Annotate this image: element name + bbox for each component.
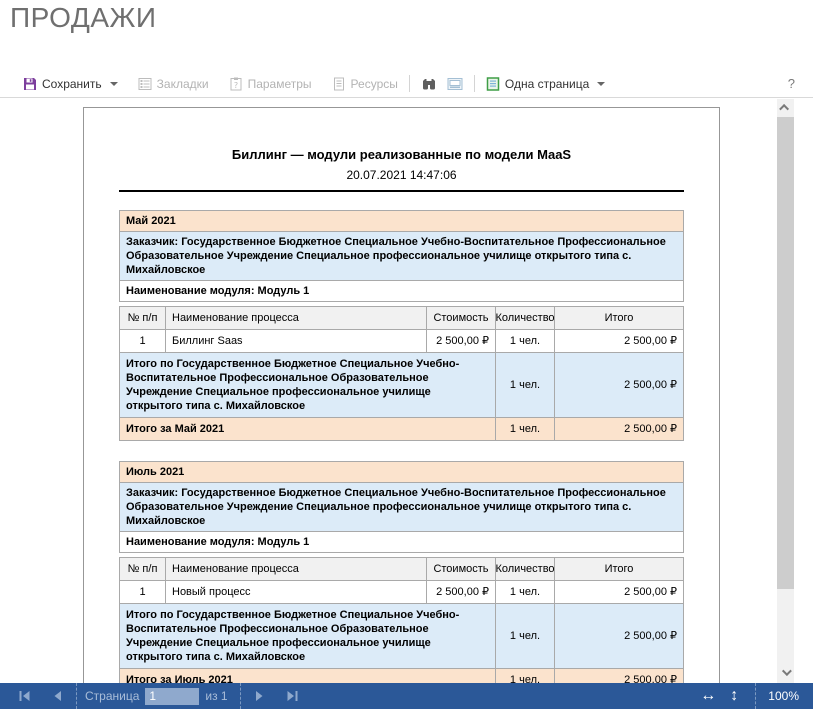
- statusbar-separator: [240, 683, 241, 709]
- total-by-customer-total: 2 500,00 ₽: [555, 353, 684, 418]
- chevron-down-icon[interactable]: [597, 82, 605, 86]
- row-qty-cell: 1 чел.: [496, 581, 555, 604]
- one-page-button-label: Одна страница: [505, 77, 589, 91]
- table-header-process: Наименование процесса: [166, 307, 427, 330]
- total-by-customer-total: 2 500,00 ₽: [555, 604, 684, 669]
- process-table: № п/п Наименование процесса Стоимость Ко…: [119, 557, 684, 683]
- report-datetime: 20.07.2021 14:47:06: [84, 168, 719, 182]
- help-button[interactable]: ?: [788, 76, 801, 91]
- report-title: Биллинг — модули реализованные по модели…: [84, 147, 719, 162]
- period-header: Июль 2021: [119, 462, 684, 483]
- row-total-cell: 2 500,00 ₽: [555, 581, 684, 604]
- preview-button[interactable]: [442, 73, 468, 95]
- last-page-icon: [286, 691, 298, 701]
- page-title: ПРОДАЖИ: [10, 2, 156, 34]
- fit-width-button[interactable]: ↔: [695, 683, 721, 709]
- table-header-qty: Количество: [496, 558, 555, 581]
- module-row: Наименование модуля: Модуль 1: [119, 281, 684, 302]
- one-page-button[interactable]: Одна страница: [481, 73, 610, 95]
- process-table: № п/п Наименование процесса Стоимость Ко…: [119, 306, 684, 441]
- row-total-cell: 2 500,00 ₽: [555, 330, 684, 353]
- binoculars-icon: [421, 77, 437, 91]
- save-icon: [23, 77, 37, 91]
- zoom-level[interactable]: 100%: [764, 689, 803, 703]
- parameters-button-label: Параметры: [248, 77, 312, 91]
- table-header-cost: Стоимость: [427, 307, 496, 330]
- chevron-down-icon: [782, 666, 792, 676]
- row-cost-cell: 2 500,00 ₽: [427, 330, 496, 353]
- parameters-button[interactable]: ? Параметры: [224, 73, 317, 95]
- first-page-icon: [19, 691, 31, 701]
- table-header-cost: Стоимость: [427, 558, 496, 581]
- row-num-cell: 1: [120, 581, 166, 604]
- prev-page-button[interactable]: [46, 685, 68, 707]
- resources-button-label: Ресурсы: [351, 77, 398, 91]
- bookmarks-button[interactable]: Закладки: [133, 73, 214, 95]
- total-period-label: Итого за Май 2021: [120, 418, 496, 441]
- statusbar-separator: [76, 683, 77, 709]
- table-header-num: № п/п: [120, 307, 166, 330]
- total-by-customer-label: Итого по Государственное Бюджетное Специ…: [120, 353, 496, 418]
- total-period-qty: 1 чел.: [496, 418, 555, 441]
- next-page-icon: [255, 691, 264, 701]
- resources-icon: [332, 77, 346, 91]
- report-section-july: Июль 2021 Заказчик: Государственное Бюдж…: [119, 461, 684, 683]
- row-process-cell: Биллинг Saas: [166, 330, 427, 353]
- svg-text:?: ?: [233, 81, 237, 90]
- total-period-total: 2 500,00 ₽: [555, 418, 684, 441]
- customer-row: Заказчик: Государственное Бюджетное Спец…: [119, 232, 684, 281]
- toolbar: Сохранить Закладки ? Параметры Ресурсы: [0, 70, 813, 98]
- last-page-button[interactable]: [281, 685, 303, 707]
- page-label: Страница: [85, 689, 139, 703]
- row-cost-cell: 2 500,00 ₽: [427, 581, 496, 604]
- bookmarks-button-label: Закладки: [157, 77, 209, 91]
- report-divider: [119, 190, 684, 192]
- row-num-cell: 1: [120, 330, 166, 353]
- fit-height-button[interactable]: ↕: [721, 683, 747, 709]
- customer-row: Заказчик: Государственное Бюджетное Спец…: [119, 483, 684, 532]
- scroll-down-button[interactable]: [777, 664, 794, 681]
- vertical-scrollbar[interactable]: [777, 99, 794, 683]
- table-header-process: Наименование процесса: [166, 558, 427, 581]
- table-header-total: Итого: [555, 558, 684, 581]
- scrollbar-thumb[interactable]: [777, 117, 794, 589]
- prev-page-icon: [53, 691, 62, 701]
- total-period-label: Итого за Июль 2021: [120, 669, 496, 683]
- preview-icon: [447, 77, 463, 91]
- report-viewport: Биллинг — модули реализованные по модели…: [0, 99, 813, 683]
- table-header-total: Итого: [555, 307, 684, 330]
- total-period-qty: 1 чел.: [496, 669, 555, 683]
- total-by-customer-qty: 1 чел.: [496, 604, 555, 669]
- statusbar: Страница из 1 ↔ ↕ 100%: [0, 683, 813, 709]
- statusbar-separator: [755, 683, 756, 709]
- toolbar-separator: [474, 75, 475, 92]
- page-input[interactable]: [145, 688, 199, 705]
- resources-button[interactable]: Ресурсы: [327, 73, 403, 95]
- toolbar-separator: [409, 75, 410, 92]
- page-count-label: из 1: [205, 689, 227, 703]
- parameters-icon: ?: [229, 77, 243, 91]
- row-process-cell: Новый процесс: [166, 581, 427, 604]
- search-button[interactable]: [416, 73, 442, 95]
- first-page-button[interactable]: [14, 685, 36, 707]
- module-row: Наименование модуля: Модуль 1: [119, 532, 684, 553]
- table-header-qty: Количество: [496, 307, 555, 330]
- chevron-up-icon: [779, 104, 789, 114]
- report-page: Биллинг — модули реализованные по модели…: [83, 107, 720, 683]
- row-qty-cell: 1 чел.: [496, 330, 555, 353]
- report-section-may: Май 2021 Заказчик: Государственное Бюдже…: [119, 210, 684, 441]
- period-header: Май 2021: [119, 211, 684, 232]
- bookmarks-icon: [138, 77, 152, 91]
- one-page-icon: [486, 77, 500, 91]
- save-button[interactable]: Сохранить: [18, 73, 123, 95]
- chevron-down-icon[interactable]: [110, 82, 118, 86]
- table-header-num: № п/п: [120, 558, 166, 581]
- save-button-label: Сохранить: [42, 77, 102, 91]
- total-by-customer-label: Итого по Государственное Бюджетное Специ…: [120, 604, 496, 669]
- total-period-total: 2 500,00 ₽: [555, 669, 684, 683]
- next-page-button[interactable]: [249, 685, 271, 707]
- total-by-customer-qty: 1 чел.: [496, 353, 555, 418]
- scroll-up-button[interactable]: [777, 99, 794, 116]
